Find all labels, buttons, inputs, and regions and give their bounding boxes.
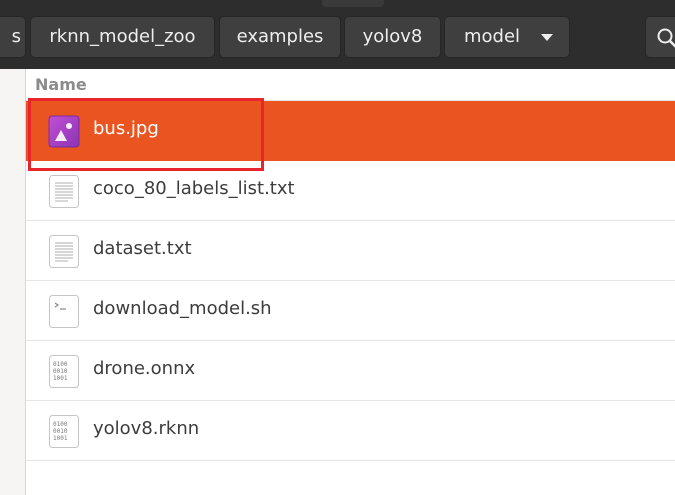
svg-text:0010: 0010: [53, 368, 68, 375]
file-name: coco_80_labels_list.txt: [93, 178, 295, 199]
breadcrumb-model[interactable]: model: [444, 16, 570, 58]
search-button[interactable]: [645, 16, 675, 58]
file-name: bus.jpg: [93, 118, 159, 139]
text-file-icon: [49, 235, 79, 268]
path-bar: s rknn_model_zoo examples yolov8 model: [0, 0, 675, 69]
binary-file-icon: 0100 0010 1001: [49, 415, 79, 448]
list-item-drone-onnx[interactable]: 0100 0010 1001 drone.onnx: [26, 341, 675, 401]
chevron-down-icon[interactable]: [541, 34, 553, 41]
binary-file-icon: 0100 0010 1001: [49, 355, 79, 388]
svg-text:1001: 1001: [53, 375, 68, 382]
file-name: dataset.txt: [93, 238, 192, 259]
svg-text:1001: 1001: [53, 435, 68, 442]
text-file-icon: [49, 175, 79, 208]
file-name: yolov8.rknn: [93, 418, 200, 439]
file-name: download_model.sh: [93, 298, 272, 319]
svg-text:0100: 0100: [53, 421, 68, 428]
breadcrumb-partial[interactable]: s: [0, 16, 26, 58]
window-tab-handle: [322, 0, 384, 7]
list-item-yolov8-rknn[interactable]: 0100 0010 1001 yolov8.rknn: [26, 401, 675, 461]
svg-text:0010: 0010: [53, 428, 68, 435]
list-item-coco-labels[interactable]: coco_80_labels_list.txt: [26, 161, 675, 221]
image-file-icon: [48, 115, 80, 148]
file-list: Name bus.jpg coco_80_labels_list.txt dat…: [26, 69, 675, 495]
column-header-label: Name: [35, 75, 87, 94]
svg-text:0100: 0100: [53, 361, 68, 368]
breadcrumb-model-label: model: [464, 26, 521, 47]
sidebar-edge: [0, 69, 26, 495]
list-item-bus-jpg[interactable]: bus.jpg: [26, 101, 675, 161]
list-item-download-model-sh[interactable]: download_model.sh: [26, 281, 675, 341]
list-item-dataset-txt[interactable]: dataset.txt: [26, 221, 675, 281]
breadcrumb-yolov8[interactable]: yolov8: [344, 16, 441, 58]
search-icon: [657, 28, 675, 48]
breadcrumb-rknn-model-zoo[interactable]: rknn_model_zoo: [30, 16, 215, 58]
breadcrumb-examples[interactable]: examples: [219, 16, 341, 58]
file-name: drone.onnx: [93, 358, 196, 379]
script-file-icon: [49, 295, 79, 328]
column-header-name[interactable]: Name: [26, 69, 675, 101]
